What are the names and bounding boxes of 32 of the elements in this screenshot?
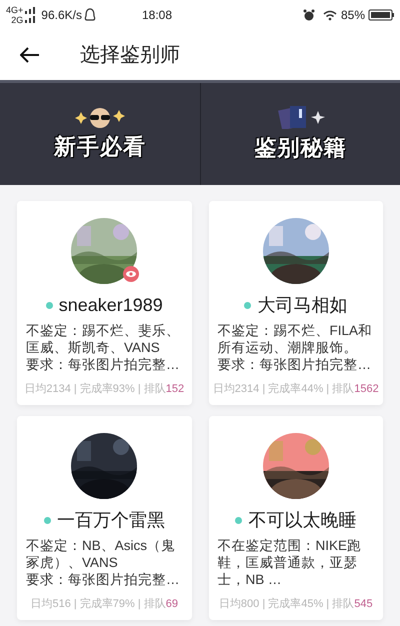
- appraiser-description: 不在鉴定范围：NIKE跑鞋，匡威普通款，亚瑟士，NB …: [218, 537, 362, 588]
- appraiser-name: 大司马相如: [257, 294, 348, 317]
- network-speed: 96.6K/s: [41, 7, 82, 24]
- signal-icon: [25, 6, 36, 24]
- sunglasses-sparkle-icon: [74, 106, 125, 128]
- wifi-icon: [322, 10, 337, 20]
- appraiser-name: 一百万个雷黑: [56, 509, 165, 532]
- network-label: 2G: [11, 15, 24, 25]
- appraiser-description: 不鉴定：踢不烂、FILA和所有运动、潮牌服饰。: [218, 322, 374, 356]
- appraiser-description: 不鉴定：NB、Asics（鬼冢虎）、VANS: [26, 537, 176, 571]
- stats-line: 日均2134 | 完成率93% | 排队152: [24, 382, 184, 396]
- banner-button[interactable]: 鉴别秘籍: [200, 83, 400, 185]
- appraiser-description: 不鉴定：踢不烂、斐乐、匡威、斯凯奇、VANS: [26, 322, 181, 356]
- appraiser-name: 不可以太晚睡: [248, 509, 356, 532]
- appraiser-description: 要求：每张图片拍完整…: [26, 356, 180, 373]
- back-arrow-icon[interactable]: [20, 47, 40, 63]
- page-title: 选择鉴别师: [80, 43, 180, 68]
- appraiser-description: 要求：每张图片拍完整…: [26, 571, 180, 588]
- appraiser-card[interactable]: 大司马相如 不鉴定：踢不烂、FILA和所有运动、潮牌服饰。 要求：每张图片拍完整… 日均2314 | 完成率44% | 排队1562: [208, 201, 383, 405]
- stats-line: 日均2314 | 完成率44% | 排队1562: [212, 382, 379, 396]
- appraiser-description: 要求：每张图片拍完整…: [218, 356, 372, 373]
- appraiser-card[interactable]: sneaker1989 不鉴定：踢不烂、斐乐、匡威、斯凯奇、VANS 要求：每张图片拍完整… 日均2134 | 完成率93% | 排队152: [17, 201, 192, 405]
- clock-time: 18:08: [142, 7, 172, 24]
- banner-button[interactable]: 新手必看: [0, 83, 200, 185]
- appraiser-card[interactable]: 不可以太晚睡 不在鉴定范围：NIKE跑鞋，匡威普通款，亚瑟士，NB … 日均800 | 完成率45% | 排队545: [208, 416, 383, 620]
- stats-line: 日均516 | 完成率79% | 排队69: [30, 596, 178, 612]
- appraiser-name: sneaker1989: [58, 294, 163, 317]
- battery-icon: [368, 9, 394, 21]
- network-label: 4G+: [6, 5, 24, 15]
- battery-percent: 85%: [340, 7, 365, 24]
- appraiser-card[interactable]: 一百万个雷黑 不鉴定：NB、Asics（鬼冢虎）、VANS 要求：每张图片拍完整… 日均516 | 完成率79% | 排队69: [17, 416, 192, 620]
- stats-line: 日均800 | 完成率45% | 排队545: [218, 596, 373, 612]
